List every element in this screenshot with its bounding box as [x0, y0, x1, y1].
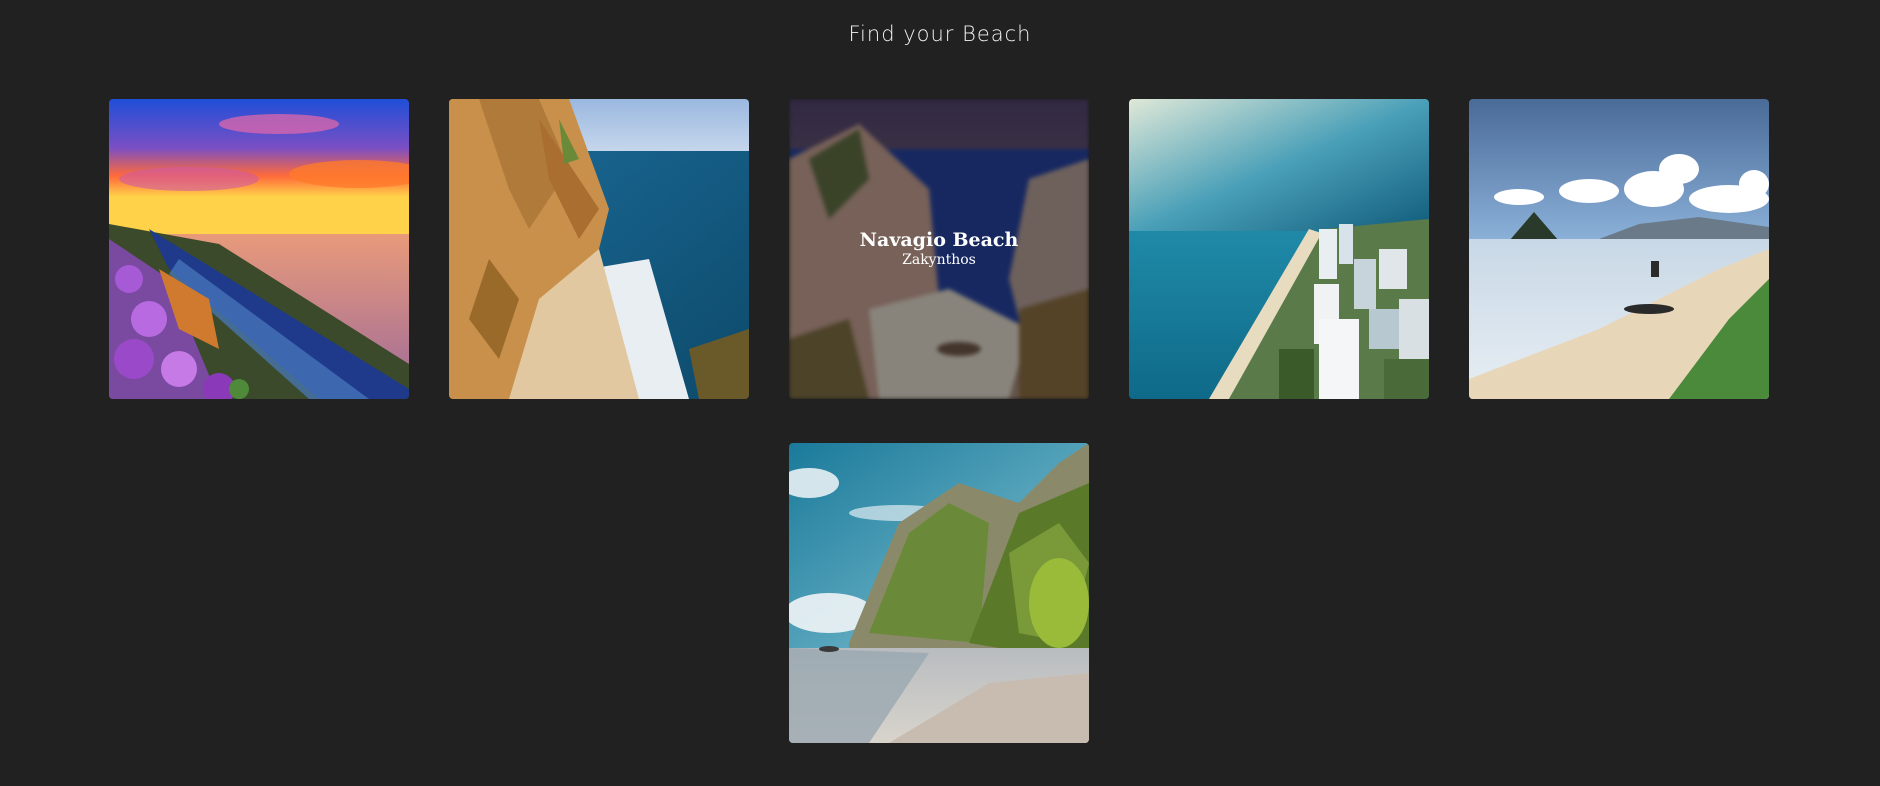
beach-card-sunset-coast[interactable] [109, 99, 409, 399]
beach-caption: Navagio Beach Zakynthos [789, 229, 1089, 269]
page-title: Find your Beach [848, 22, 1032, 46]
beach-image [1129, 99, 1429, 399]
beach-card-city-coast[interactable] [1129, 99, 1429, 399]
beach-name: Navagio Beach [859, 229, 1019, 251]
beach-image [449, 99, 749, 399]
beach-image [109, 99, 409, 399]
beach-card-cliff-beach[interactable] [449, 99, 749, 399]
beach-image [1469, 99, 1769, 399]
beach-location: Zakynthos [902, 252, 976, 268]
beach-image [789, 443, 1089, 743]
beach-card-navagio[interactable]: Navagio Beach Zakynthos [789, 99, 1089, 399]
beach-card-island-shore[interactable] [1469, 99, 1769, 399]
beach-card-limestone-bay[interactable] [789, 443, 1089, 743]
